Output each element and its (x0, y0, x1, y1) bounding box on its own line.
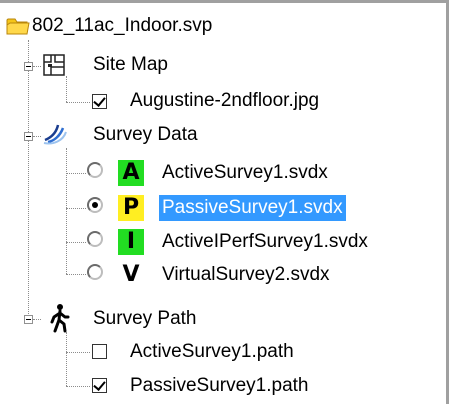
survey-data-branch-line (66, 148, 67, 274)
passive-survey-badge: P (118, 195, 144, 221)
survey-data-icon (43, 124, 67, 145)
site-map-file-label: Augustine-2ndfloor.jpg (130, 90, 320, 111)
connector-line (66, 352, 90, 353)
connector-line (33, 66, 41, 67)
path-checkbox[interactable] (92, 344, 107, 359)
survey-path-branch-line (66, 332, 67, 386)
site-map-icon (43, 54, 65, 76)
survey-radio-button-selected[interactable] (87, 197, 103, 213)
collapse-toggle[interactable] (24, 315, 33, 324)
connector-line (33, 136, 41, 137)
connector-line (66, 274, 86, 275)
path-checkbox-checked[interactable] (92, 378, 107, 393)
survey-file-label: ActiveSurvey1.svdx (162, 162, 328, 183)
collapse-toggle[interactable] (24, 132, 33, 141)
survey-radio-button[interactable] (87, 264, 103, 280)
folder-icon (6, 18, 30, 35)
tree-trunk-line (28, 40, 29, 324)
survey-file-label: VirtualSurvey2.svdx (162, 264, 330, 285)
survey-file-label: ActiveIPerfSurvey1.svdx (162, 231, 368, 252)
survey-data-label: Survey Data (93, 124, 198, 145)
survey-radio-button[interactable] (87, 162, 103, 178)
path-file-label: PassiveSurvey1.path (130, 375, 309, 396)
site-map-branch-line (66, 76, 67, 102)
survey-file-label-selected: PassiveSurvey1.svdx (159, 195, 346, 221)
connector-line (66, 242, 86, 243)
virtual-survey-badge: V (118, 262, 144, 288)
connector-line (33, 319, 41, 320)
site-map-label: Site Map (93, 54, 168, 75)
root-project-label: 802_11ac_Indoor.svp (32, 15, 213, 36)
active-survey-badge: A (118, 160, 144, 186)
connector-line (66, 208, 86, 209)
connector-line (66, 173, 86, 174)
connector-line (66, 102, 90, 103)
collapse-toggle[interactable] (24, 62, 33, 71)
connector-line (66, 386, 90, 387)
path-file-label: ActiveSurvey1.path (130, 341, 294, 362)
site-map-checkbox[interactable] (92, 94, 107, 109)
active-iperf-survey-badge: I (118, 229, 144, 255)
survey-path-label: Survey Path (93, 308, 197, 329)
walking-person-icon (50, 304, 70, 333)
pane-top-border (0, 0, 449, 3)
survey-radio-button[interactable] (87, 231, 103, 247)
